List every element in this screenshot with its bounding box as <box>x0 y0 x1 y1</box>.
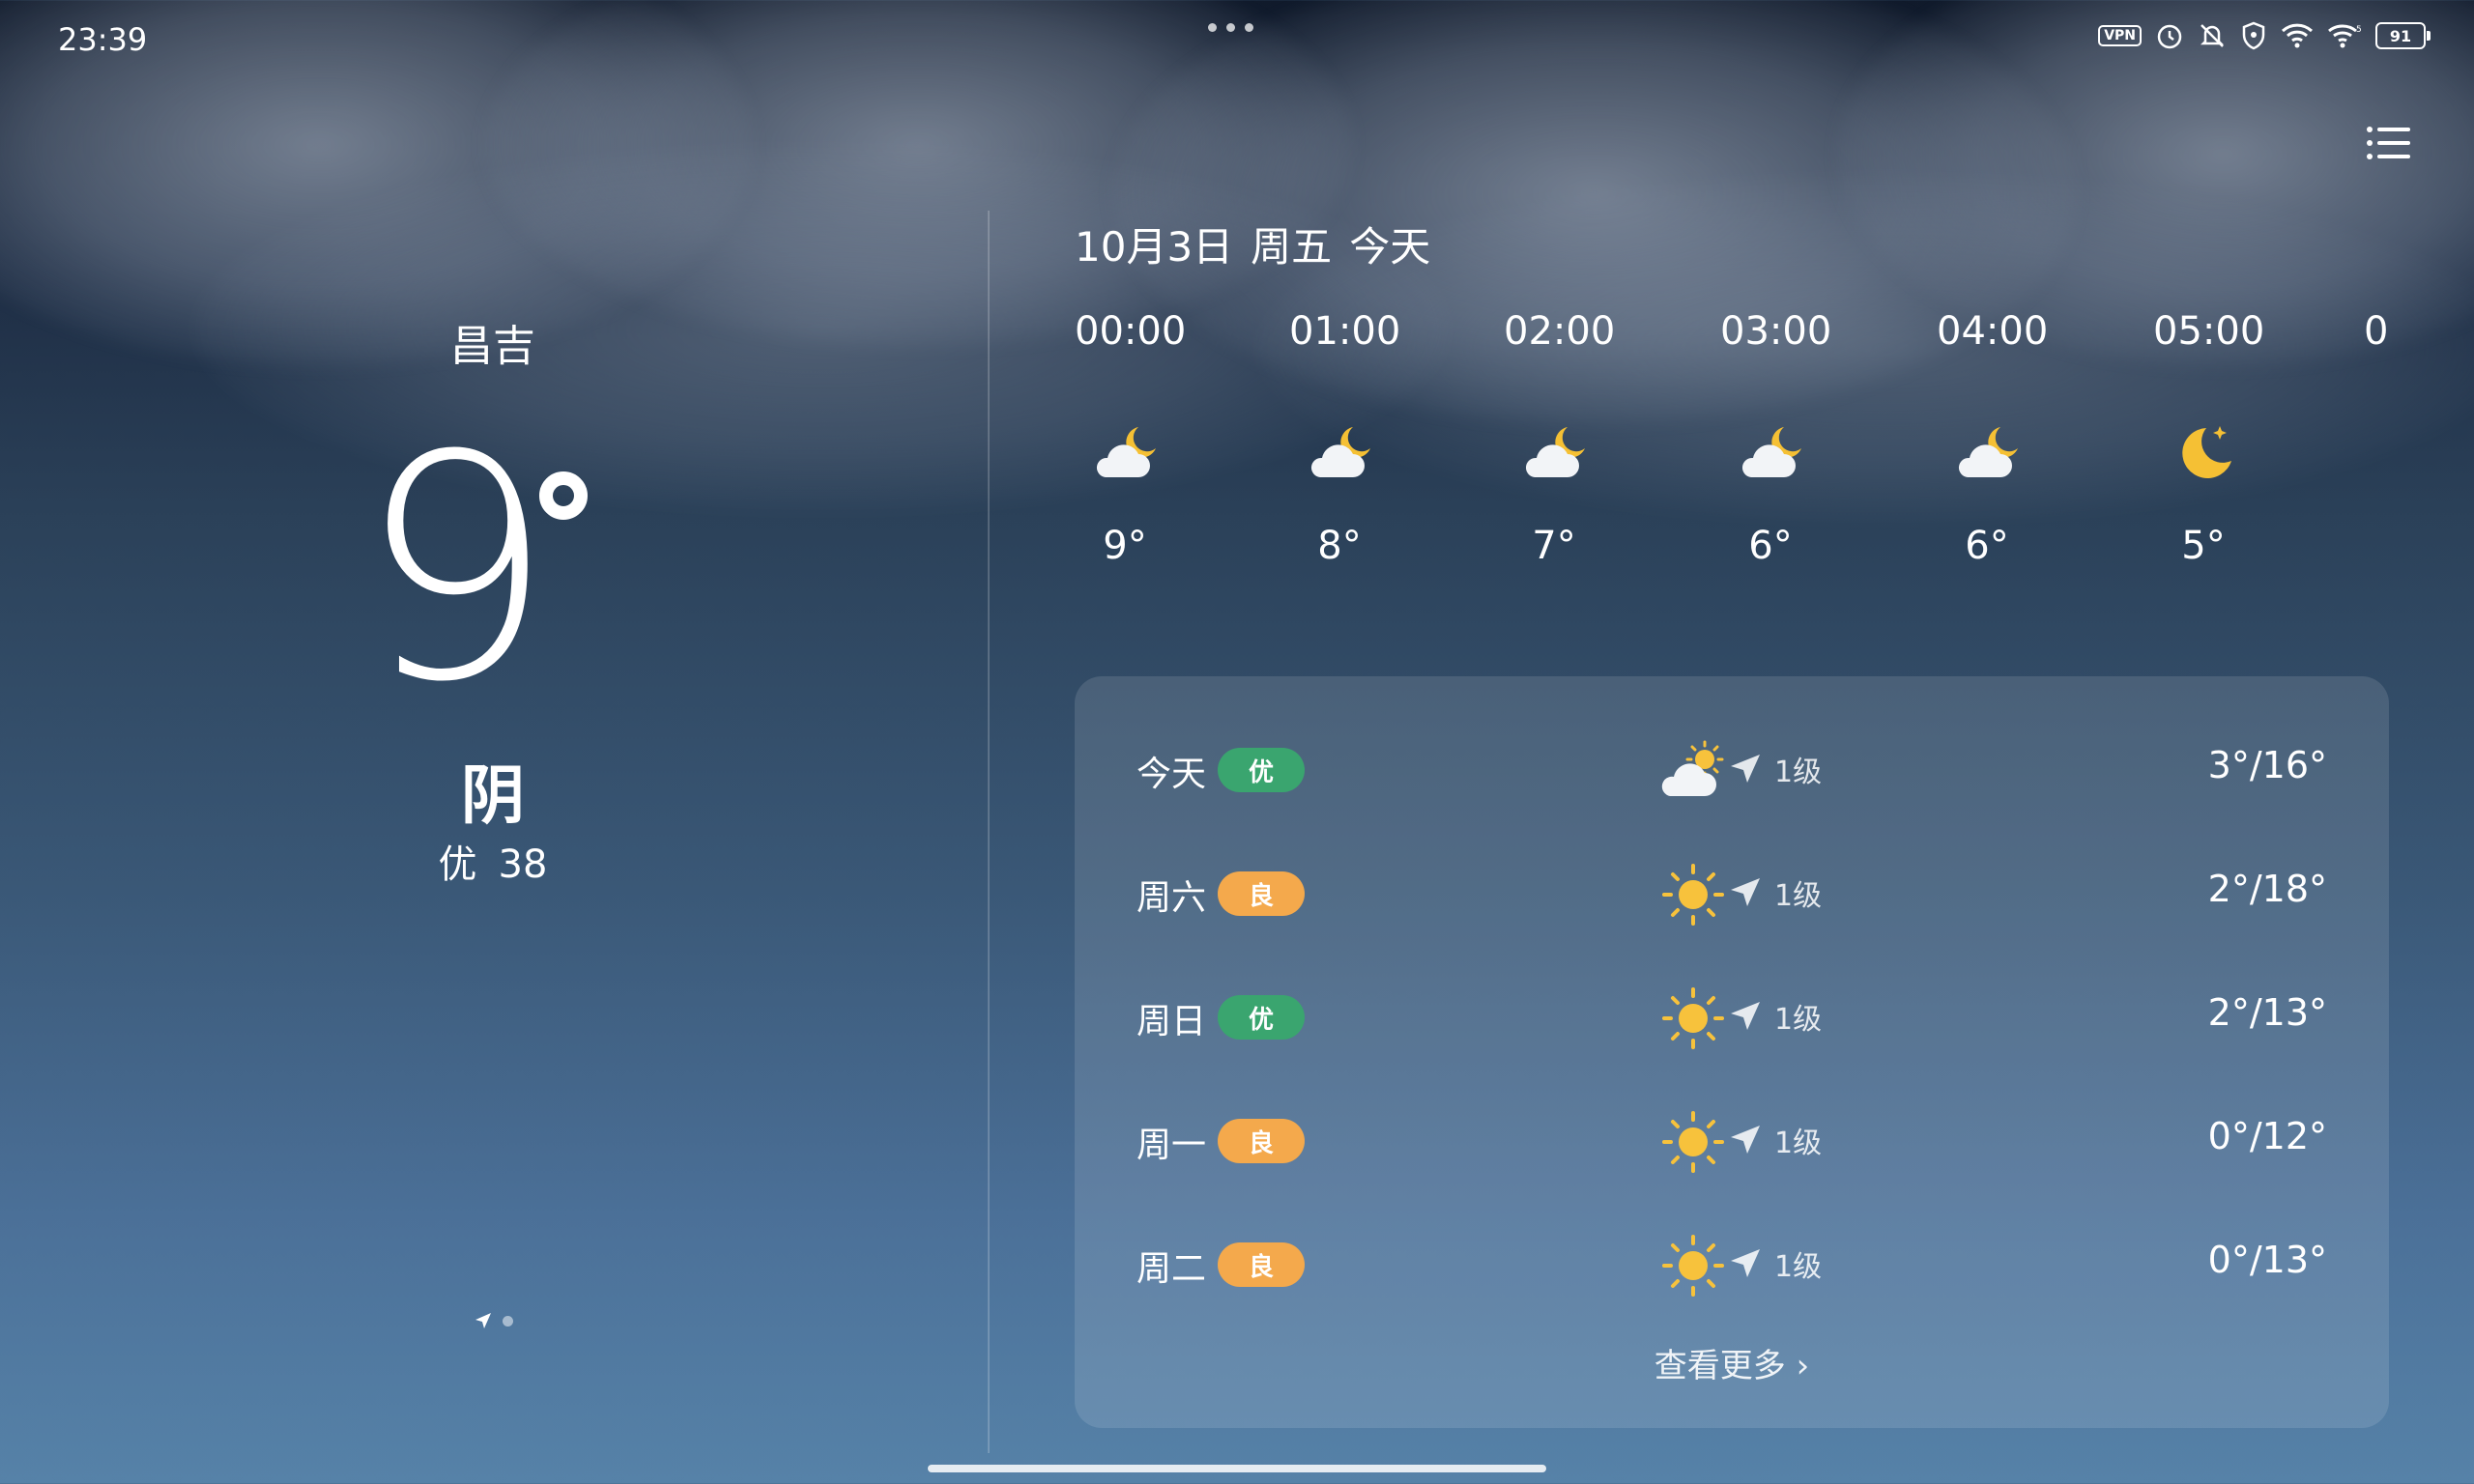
wind-direction-icon <box>1728 875 1763 910</box>
hour-temp: 6° <box>1748 524 1793 568</box>
temp-range: 2°/13° <box>2207 991 2327 1034</box>
hour-time: 01:00 <box>1289 309 1401 354</box>
aqi-badge: 良 <box>1218 1242 1305 1287</box>
hour-item: 02:00 7° <box>1504 309 1616 568</box>
see-more-label: 查看更多 <box>1654 1347 1786 1385</box>
sun-icon <box>1654 972 1732 1065</box>
hour-item: 01:00 8° <box>1289 309 1401 568</box>
wind-direction-icon <box>1728 1123 1763 1157</box>
weekday-label: 周五 <box>1251 223 1333 271</box>
forecast-day: 周日 <box>1136 1002 1207 1042</box>
battery-icon: 91 <box>2375 21 2431 50</box>
wind-level: 1级 <box>1774 879 1823 913</box>
city-name: 昌吉 <box>450 322 535 371</box>
shield-icon <box>2240 21 2267 50</box>
hour-temp: 7° <box>1532 524 1576 568</box>
wind-level: 1级 <box>1774 1127 1823 1160</box>
hour-item: 03:00 6° <box>1720 309 1832 568</box>
aqi-badge: 优 <box>1218 995 1305 1040</box>
current-condition: 阴 <box>461 758 525 833</box>
partly-cloudy-day-icon <box>1654 725 1732 817</box>
aqi-value: 38 <box>498 842 548 887</box>
hour-item: 0 <box>2364 309 2389 367</box>
wifi-5g-icon: 5 <box>2327 21 2362 50</box>
vpn-icon: VPN <box>2098 21 2142 50</box>
hour-item: 05:00 5° <box>2153 309 2265 568</box>
status-icons: VPN 5 91 <box>2098 21 2431 50</box>
air-quality[interactable]: 优 38 <box>0 833 986 889</box>
wind-level: 1级 <box>1774 1250 1823 1284</box>
hour-time: 04:00 <box>1937 309 2049 354</box>
forecast-day: 周一 <box>1136 1126 1207 1165</box>
wifi-icon <box>2281 21 2314 50</box>
hour-time: 02:00 <box>1504 309 1616 354</box>
sun-icon <box>1654 1096 1732 1188</box>
see-more-link[interactable]: 查看更多 › <box>1075 1339 2389 1386</box>
aqi-badge: 良 <box>1218 1119 1305 1163</box>
temp-range: 3°/16° <box>2207 744 2327 786</box>
mute-icon <box>2198 21 2227 50</box>
aqi-badge: 良 <box>1218 871 1305 916</box>
forecast-day: 今天 <box>1136 755 1207 794</box>
location-arrow-icon <box>475 1313 491 1328</box>
daily-forecast-card: 今天 优 1级 3°/16° 周六 良 1级 2°/18° 周日 优 1级 2°… <box>1075 676 2389 1428</box>
hour-temp: 8° <box>1317 524 1362 568</box>
forecast-row[interactable]: 周六 良 1级 2°/18° <box>1075 848 2389 941</box>
partly-cloudy-night-icon <box>1075 396 1175 512</box>
chevron-right-icon: › <box>1796 1347 1810 1385</box>
relative-day-label: 今天 <box>1349 223 1431 271</box>
wind-direction-icon <box>1728 1246 1763 1281</box>
svg-text:5: 5 <box>2356 25 2362 35</box>
hour-time: 00:00 <box>1075 309 1187 354</box>
hour-item: 00:00 9° <box>1075 309 1187 568</box>
forecast-day: 周二 <box>1136 1249 1207 1289</box>
sun-icon <box>1654 848 1732 941</box>
forecast-row[interactable]: 今天 优 1级 3°/16° <box>1075 725 2389 817</box>
date-header: 10月3日 周五 今天 <box>1075 214 1430 273</box>
alarm-icon <box>2155 21 2184 50</box>
temp-range: 0°/13° <box>2207 1239 2327 1281</box>
status-time: 23:39 <box>58 21 148 58</box>
hour-temp: 5° <box>2181 524 2226 568</box>
hour-time: 0 <box>2364 309 2389 354</box>
date-label: 10月3日 <box>1075 223 1234 271</box>
partly-cloudy-night-icon <box>1289 396 1390 512</box>
hour-item: 04:00 6° <box>1937 309 2049 568</box>
wind-level: 1级 <box>1774 1003 1823 1037</box>
panel-divider <box>988 211 990 1453</box>
forecast-row[interactable]: 周二 良 1级 0°/13° <box>1075 1219 2389 1312</box>
hour-time: 03:00 <box>1720 309 1832 354</box>
temp-range: 2°/18° <box>2207 868 2327 910</box>
wind-level: 1级 <box>1774 756 1823 789</box>
partly-cloudy-night-icon <box>1720 396 1821 512</box>
degree-symbol <box>539 471 588 520</box>
home-indicator[interactable] <box>928 1465 1546 1472</box>
moon-icon <box>2153 396 2254 512</box>
page-indicator <box>474 1311 513 1330</box>
partly-cloudy-night-icon <box>1937 396 2037 512</box>
current-temperature: 9 <box>358 390 555 750</box>
forecast-row[interactable]: 周一 良 1级 0°/12° <box>1075 1096 2389 1188</box>
partly-cloudy-night-icon <box>1504 396 1604 512</box>
hourly-forecast[interactable]: 00:00 9° 01:00 8° 02:00 7° 03:00 6° 04:0… <box>1075 309 2389 618</box>
hour-temp: 9° <box>1103 524 1147 568</box>
forecast-row[interactable]: 周日 优 1级 2°/13° <box>1075 972 2389 1065</box>
hour-time: 05:00 <box>2153 309 2265 354</box>
hour-temp: 6° <box>1965 524 2009 568</box>
forecast-day: 周六 <box>1136 878 1207 918</box>
city-list-menu-icon[interactable] <box>2362 122 2416 164</box>
temp-range: 0°/12° <box>2207 1115 2327 1157</box>
aqi-label: 优 <box>438 842 477 887</box>
window-handle[interactable] <box>1208 23 1253 32</box>
wind-direction-icon <box>1728 999 1763 1034</box>
wind-direction-icon <box>1728 752 1763 786</box>
sun-icon <box>1654 1219 1732 1312</box>
aqi-badge: 优 <box>1218 748 1305 792</box>
page-dot <box>503 1315 513 1327</box>
